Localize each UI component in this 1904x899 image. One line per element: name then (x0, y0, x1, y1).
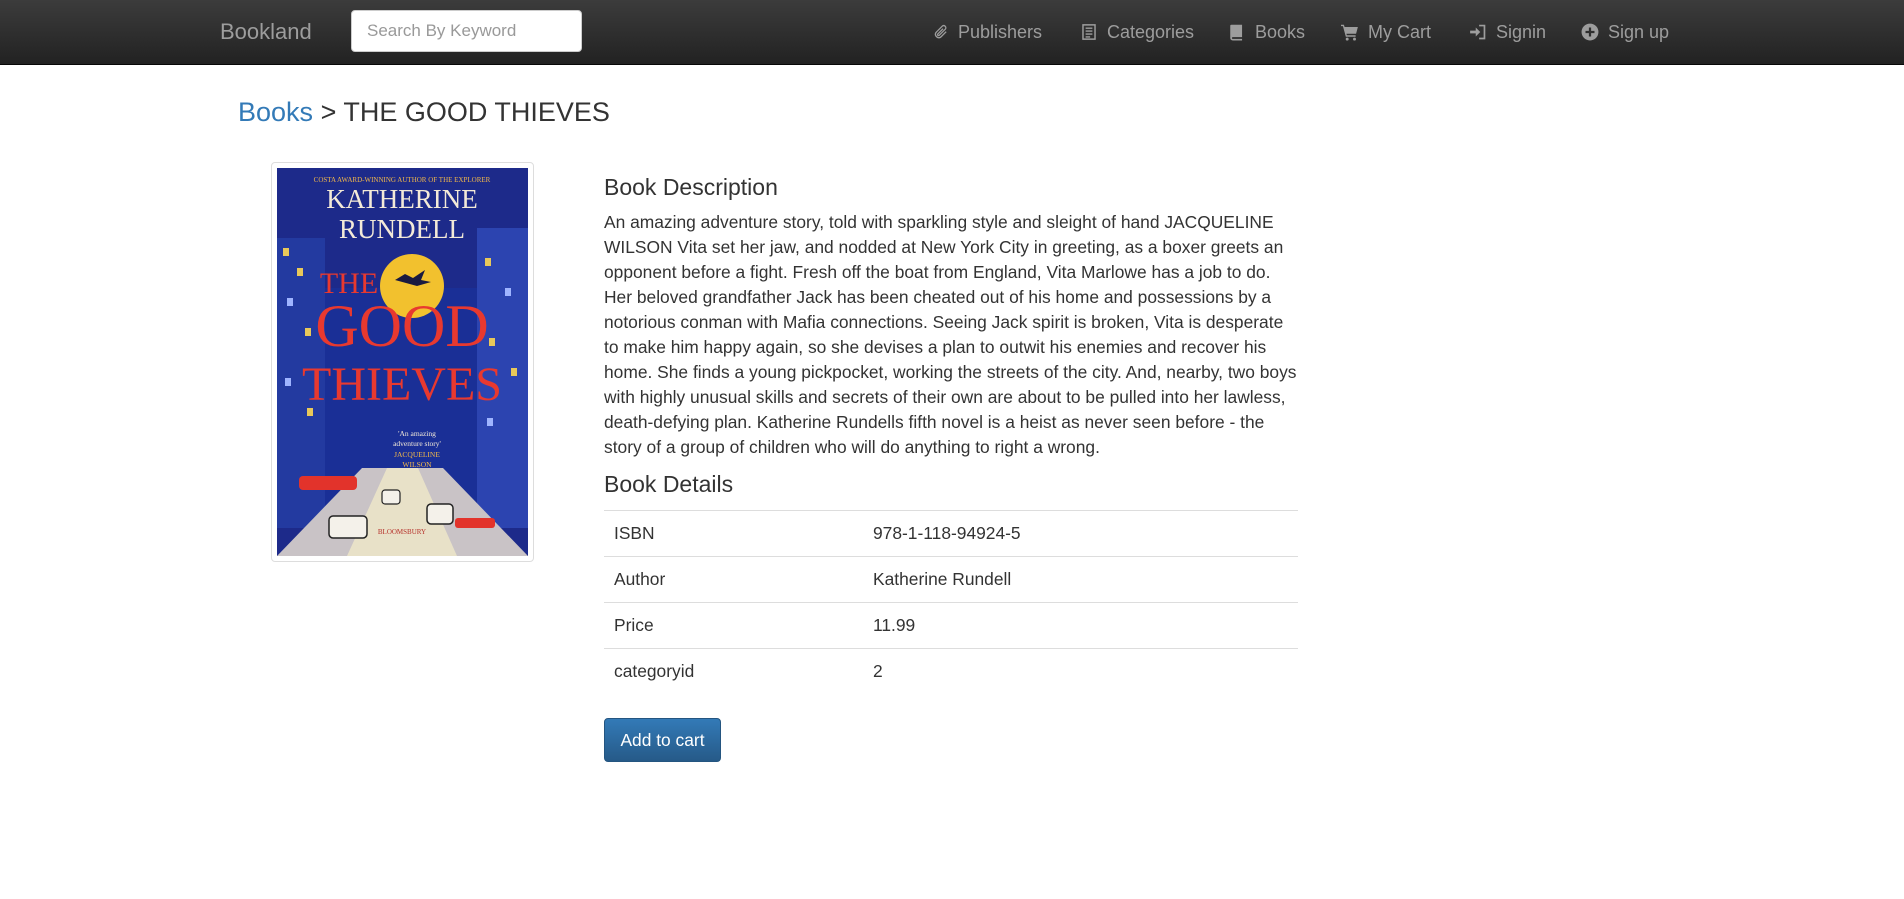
cover-blurb-author2: WILSON (402, 460, 432, 469)
details-table: ISBN 978-1-118-94924-5 Author Katherine … (604, 510, 1298, 695)
nav-item-label: My Cart (1368, 21, 1431, 42)
book-icon (1230, 24, 1243, 41)
cover-tagline: COSTA AWARD-WINNING AUTHOR OF THE EXPLOR… (314, 176, 491, 184)
detail-key: Price (604, 602, 863, 649)
log-in-icon (1470, 24, 1486, 40)
detail-key: Author (604, 556, 863, 603)
table-row: Author Katherine Rundell (604, 556, 1298, 603)
table-row: Price 11.99 (604, 602, 1298, 649)
navbar: Bookland Publishers Categories Books My … (0, 0, 1904, 65)
breadcrumb-books-link[interactable]: Books (238, 97, 313, 127)
breadcrumb-current: THE GOOD THIEVES (343, 97, 610, 127)
detail-value: Katherine Rundell (863, 556, 1298, 603)
cover-author-line2: RUNDELL (339, 214, 465, 244)
table-row: ISBN 978-1-118-94924-5 (604, 510, 1298, 557)
paperclip-icon (934, 24, 947, 39)
list-alt-icon (1082, 24, 1096, 40)
cover-author-line1: KATHERINE (326, 184, 477, 214)
detail-value: 2 (863, 648, 1298, 695)
cover-title-line3: THIEVES (302, 358, 502, 411)
table-row: categoryid 2 (604, 648, 1298, 695)
nav-item-categories[interactable]: Categories (1080, 20, 1194, 44)
brand-link[interactable]: Bookland (220, 19, 312, 45)
plus-sign-icon (1581, 23, 1599, 41)
nav-item-books[interactable]: Books (1228, 20, 1305, 44)
nav-item-label: Signin (1496, 21, 1547, 42)
nav-item-label: Books (1255, 21, 1306, 42)
nav-item-sign-up[interactable]: Sign up (1581, 20, 1669, 44)
book-cover: COSTA AWARD-WINNING AUTHOR OF THE EXPLOR… (271, 162, 534, 562)
details-heading: Book Details (604, 471, 734, 497)
breadcrumb-separator: > (320, 97, 337, 127)
detail-value: 11.99 (863, 602, 1298, 649)
detail-value: 978-1-118-94924-5 (863, 510, 1298, 557)
nav-item-label: Categories (1107, 21, 1195, 42)
nav-item-label: Sign up (1608, 21, 1670, 42)
nav-item-label: Publishers (958, 21, 1043, 42)
add-to-cart-button[interactable]: Add to cart (604, 718, 721, 762)
nav-item-my-cart[interactable]: My Cart (1341, 20, 1431, 44)
cover-blurb-line1: 'An amazing (398, 429, 436, 438)
nav-item-signin[interactable]: Signin (1469, 20, 1546, 44)
cover-title-line2: GOOD (315, 293, 488, 359)
detail-key: ISBN (604, 510, 863, 557)
cover-blurb-line2: adventure story' (393, 439, 441, 448)
description-text: An amazing adventure story, told with sp… (604, 212, 1297, 457)
cover-publisher: BLOOMSBURY (378, 528, 426, 536)
page-title: Books > THE GOOD THIEVES (238, 96, 610, 128)
cover-blurb-author1: JACQUELINE (394, 450, 440, 459)
detail-key: categoryid (604, 648, 863, 695)
description-heading: Book Description (604, 174, 778, 200)
book-cover-image: COSTA AWARD-WINNING AUTHOR OF THE EXPLOR… (277, 168, 528, 556)
shopping-cart-icon (1341, 24, 1358, 41)
search-input[interactable] (351, 10, 582, 52)
nav-item-publishers[interactable]: Publishers (931, 20, 1042, 44)
